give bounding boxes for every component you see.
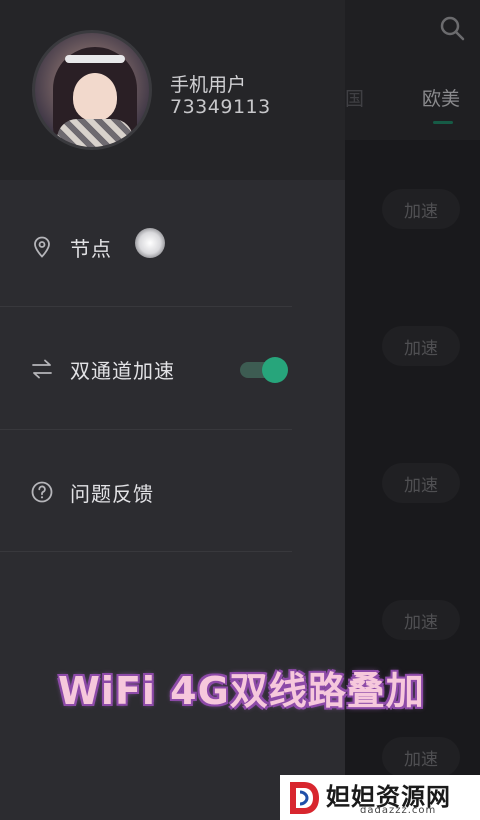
divider xyxy=(0,551,292,552)
avatar-scarf xyxy=(57,119,133,147)
dual-channel-toggle[interactable] xyxy=(240,357,290,383)
question-circle-icon xyxy=(31,481,53,503)
user-name: 手机用户 xyxy=(170,74,247,96)
toggle-thumb xyxy=(262,357,288,383)
avatar-headband xyxy=(65,55,125,63)
swap-arrows-icon xyxy=(32,359,52,379)
menu-item-label: 问题反馈 xyxy=(70,481,154,506)
avatar[interactable] xyxy=(32,30,152,150)
menu-item-dual-channel[interactable]: 双通道加速 xyxy=(0,308,345,430)
menu-item-feedback[interactable]: 问题反馈 xyxy=(0,431,345,553)
loading-indicator xyxy=(135,228,165,258)
video-caption: WiFi 4G双线路叠加 xyxy=(58,669,425,713)
drawer-header: 手机用户 73349113 xyxy=(0,0,345,180)
menu-item-label: 双通道加速 xyxy=(70,358,175,383)
location-pin-icon xyxy=(34,236,50,258)
menu-item-label: 节点 xyxy=(70,236,112,261)
watermark-url: dadazzz.com xyxy=(360,805,437,816)
watermark-logo-icon xyxy=(290,782,319,814)
menu-item-node[interactable]: 节点 xyxy=(0,186,345,308)
user-id: 73349113 xyxy=(170,96,271,118)
divider xyxy=(0,306,292,307)
avatar-face xyxy=(73,73,117,121)
watermark: 妲妲资源网 dadazzz.com xyxy=(280,775,480,820)
divider xyxy=(0,429,292,430)
